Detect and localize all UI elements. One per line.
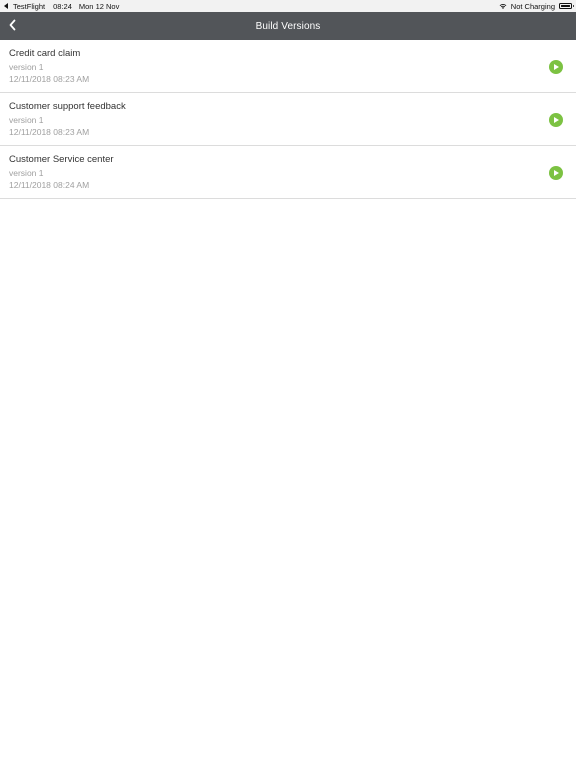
wifi-icon bbox=[499, 3, 507, 9]
build-title: Customer Service center bbox=[9, 154, 114, 165]
build-date: 12/11/2018 08:24 AM bbox=[9, 180, 90, 190]
build-title: Credit card claim bbox=[9, 48, 81, 59]
status-date: Mon 12 Nov bbox=[78, 1, 120, 11]
navigation-bar: Build Versions bbox=[0, 12, 576, 40]
build-date: 12/11/2018 08:23 AM bbox=[9, 74, 90, 84]
back-to-app-label[interactable]: TestFlight bbox=[13, 2, 45, 11]
status-bar: TestFlight 08:24 Mon 12 Nov Not Charging bbox=[0, 0, 576, 12]
page-title: Build Versions bbox=[255, 20, 321, 32]
play-icon[interactable] bbox=[549, 113, 563, 127]
battery-icon bbox=[559, 3, 574, 9]
build-version: version 1 bbox=[9, 62, 44, 72]
build-title: Customer support feedback bbox=[9, 101, 126, 112]
list-item[interactable]: Credit card claim version 1 12/11/2018 0… bbox=[0, 40, 576, 93]
charging-status: Not Charging bbox=[510, 1, 555, 11]
build-version: version 1 bbox=[9, 115, 44, 125]
status-time: 08:24 bbox=[53, 1, 72, 11]
list-item[interactable]: Customer support feedback version 1 12/1… bbox=[0, 93, 576, 146]
status-right: Not Charging bbox=[499, 1, 574, 11]
play-icon[interactable] bbox=[549, 60, 563, 74]
back-to-app-icon[interactable] bbox=[4, 3, 8, 9]
build-version: version 1 bbox=[9, 168, 44, 178]
status-left: TestFlight 08:24 Mon 12 Nov bbox=[4, 2, 119, 11]
play-icon[interactable] bbox=[549, 166, 563, 180]
chevron-left-icon[interactable] bbox=[6, 17, 20, 33]
list-item[interactable]: Customer Service center version 1 12/11/… bbox=[0, 146, 576, 199]
build-list: Credit card claim version 1 12/11/2018 0… bbox=[0, 40, 576, 199]
build-date: 12/11/2018 08:23 AM bbox=[9, 127, 90, 137]
